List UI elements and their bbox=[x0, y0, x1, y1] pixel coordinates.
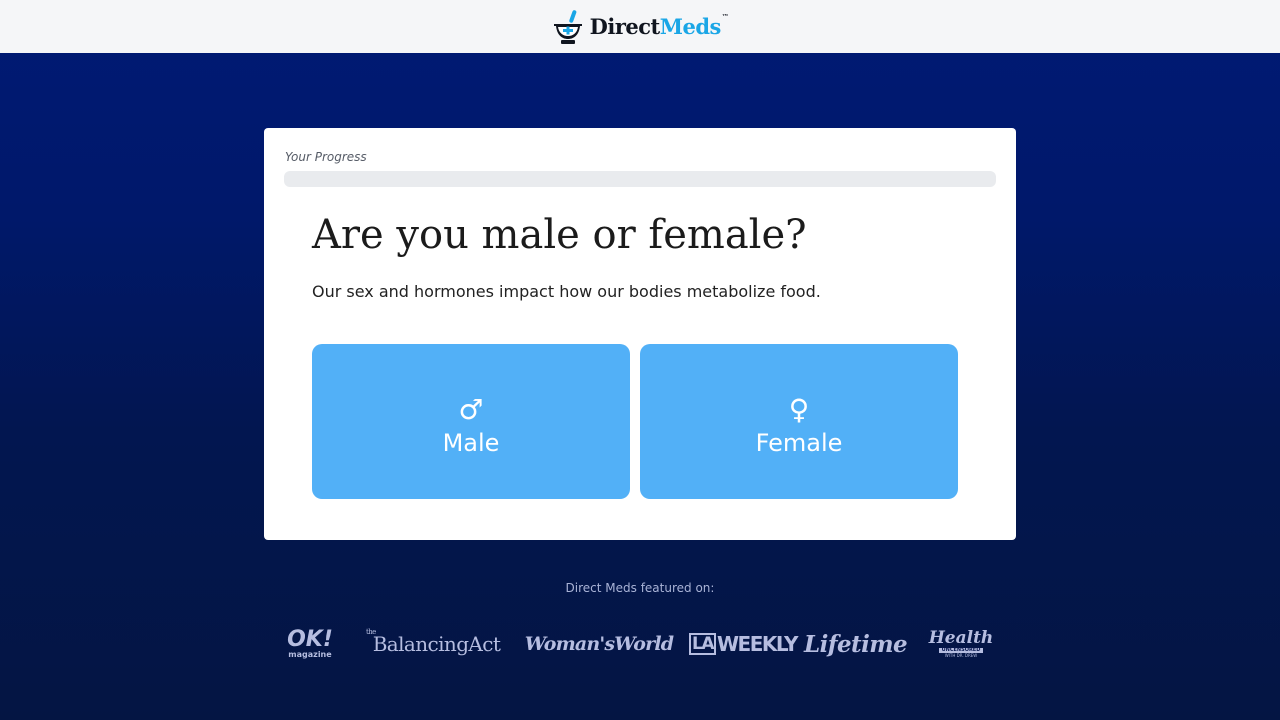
health-logo-text: Health bbox=[928, 628, 994, 648]
ok-logo-text: OK! bbox=[287, 627, 333, 652]
press-logos: OK! magazine the BalancingAct Woman'sWor… bbox=[0, 622, 1280, 666]
question-card: Your Progress Are you male or female? Ou… bbox=[264, 128, 1016, 540]
womans-world-text: Woman'sWorld bbox=[524, 633, 674, 655]
balancing-act-the: the bbox=[366, 628, 376, 636]
progress-bar bbox=[284, 171, 996, 187]
balancing-act-text: BalancingAct bbox=[372, 632, 501, 656]
health-uncensored-logo: Health UNCENSORED WITH DR. DREW bbox=[928, 622, 994, 666]
logo[interactable]: DirectMeds™ bbox=[552, 8, 729, 46]
logo-direct: Direct bbox=[589, 14, 661, 39]
top-bar: DirectMeds™ bbox=[0, 0, 1280, 53]
health-logo-subtext: WITH DR. DREW bbox=[944, 653, 978, 658]
logo-trademark: ™ bbox=[721, 12, 729, 21]
logo-meds: Meds bbox=[659, 14, 722, 39]
female-option-button[interactable]: ♀ Female bbox=[640, 344, 958, 499]
question-subtitle: Our sex and hormones impact how our bodi… bbox=[312, 282, 821, 301]
progress-label: Your Progress bbox=[285, 150, 367, 164]
featured-on-label: Direct Meds featured on: bbox=[565, 581, 715, 595]
la-weekly-weekly: WEEKLY bbox=[717, 632, 799, 656]
balancing-act-logo: the BalancingAct bbox=[364, 622, 509, 666]
la-weekly-la: LA bbox=[689, 633, 716, 655]
logo-text: DirectMeds™ bbox=[589, 12, 729, 39]
ok-magazine-logo: OK! magazine bbox=[286, 622, 334, 666]
ok-logo-subtext: magazine bbox=[288, 650, 332, 659]
question-title: Are you male or female? bbox=[312, 212, 807, 258]
female-option-label: Female bbox=[755, 428, 843, 457]
male-option-button[interactable]: ♂ Male bbox=[312, 344, 630, 499]
lifetime-logo: Lifetime bbox=[804, 622, 908, 666]
male-symbol-icon: ♂ bbox=[458, 392, 484, 426]
womans-world-logo: Woman'sWorld bbox=[524, 622, 674, 666]
female-symbol-icon: ♀ bbox=[788, 392, 810, 426]
lifetime-text: Lifetime bbox=[804, 630, 908, 658]
mortar-pestle-icon bbox=[553, 9, 582, 44]
la-weekly-logo: LA WEEKLY bbox=[689, 622, 799, 666]
male-option-label: Male bbox=[442, 428, 500, 457]
